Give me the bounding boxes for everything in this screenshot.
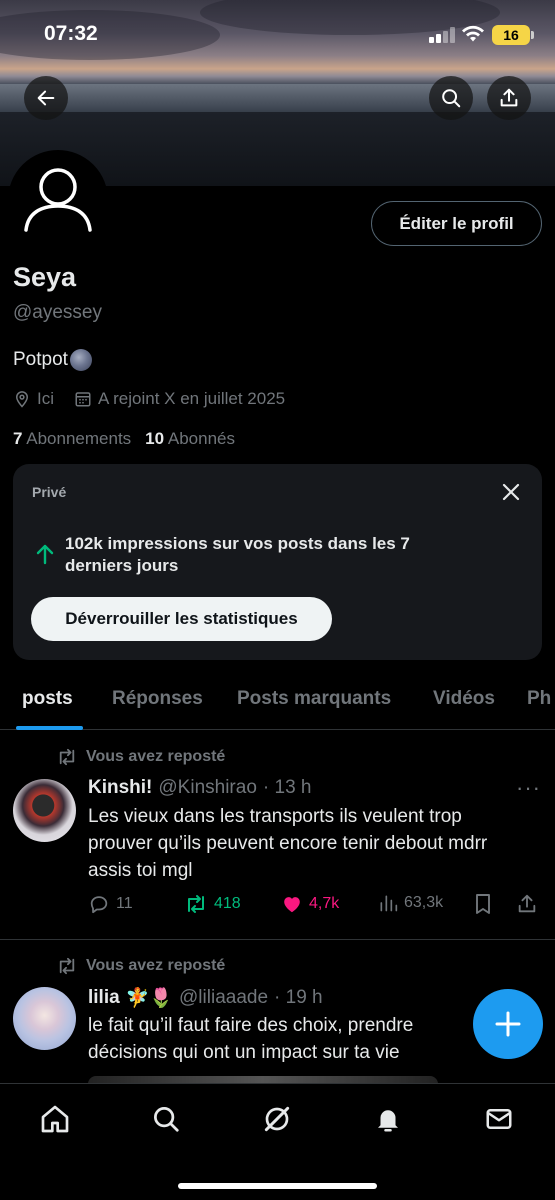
post-more-icon[interactable]: ··· <box>516 775 541 801</box>
back-button[interactable] <box>24 76 68 120</box>
search-button[interactable] <box>429 76 473 120</box>
share-button[interactable] <box>487 76 531 120</box>
post-header: lilia 🧚🌷 @liliaaade · 19 h <box>88 986 323 1010</box>
arrow-up-icon <box>36 544 54 565</box>
compose-post-button[interactable] <box>473 989 543 1059</box>
post-author-name[interactable]: Kinshi! <box>88 777 152 799</box>
tab-posts[interactable]: posts <box>22 688 73 710</box>
bookmark-icon <box>476 894 490 914</box>
tab-replies[interactable]: Réponses <box>112 688 203 710</box>
heart-icon <box>284 897 300 913</box>
post-actions: 11 418 4,7k 63,3k <box>88 893 543 921</box>
status-bar: 07:32 16 <box>0 0 555 70</box>
search-icon <box>442 89 461 108</box>
wifi-icon <box>462 25 484 42</box>
post-time: · 19 h <box>274 987 323 1008</box>
reply-button[interactable]: 11 <box>88 893 133 915</box>
profile-handle: @ayessey <box>13 302 102 323</box>
post-author-avatar[interactable] <box>13 987 76 1050</box>
post-author-avatar[interactable] <box>13 779 76 842</box>
share-icon <box>518 894 536 913</box>
profile-avatar[interactable] <box>8 150 108 250</box>
reply-icon <box>90 896 108 914</box>
follow-stats: 7 Abonnements 10 Abonnés <box>13 429 235 449</box>
nav-home[interactable] <box>38 1102 72 1136</box>
bookmark-button[interactable] <box>473 893 493 915</box>
bio-text: Potpot <box>13 349 68 370</box>
notifications-icon <box>378 1110 398 1132</box>
repost-icon <box>59 957 75 975</box>
repost-icon <box>59 748 75 766</box>
moon-emoji-icon <box>69 349 92 371</box>
post-share-button[interactable] <box>516 893 538 915</box>
views-chart-icon <box>380 895 398 912</box>
home-icon <box>41 1105 69 1133</box>
messages-icon <box>486 1109 512 1129</box>
repost-indicator: Vous avez reposté <box>56 748 225 766</box>
grok-icon <box>264 1106 290 1132</box>
profile-joined: A rejoint X en juillet 2025 <box>98 389 286 408</box>
unlock-stats-button[interactable]: Déverrouiller les statistiques <box>31 597 332 641</box>
author-emojis: 🧚🌷 <box>125 988 174 1009</box>
status-time: 07:32 <box>44 22 98 45</box>
search-icon <box>154 1107 179 1132</box>
nav-search[interactable] <box>149 1102 183 1136</box>
profile-tabs: posts Réponses Posts marquants Vidéos Ph <box>0 672 555 730</box>
repost-icon <box>188 895 204 913</box>
nav-grok[interactable] <box>260 1102 294 1136</box>
post-text: Les vieux dans les transports ils veulen… <box>88 806 488 881</box>
views-button[interactable]: 63,3k <box>378 893 443 913</box>
tab-highlights[interactable]: Posts marquants <box>237 688 391 710</box>
post-author-name[interactable]: lilia <box>88 987 120 1009</box>
post-divider <box>0 939 555 940</box>
calendar-icon <box>75 392 91 407</box>
location-pin-icon <box>15 391 29 408</box>
edit-profile-button[interactable]: Éditer le profil <box>371 201 542 246</box>
battery-indicator: 16 <box>492 25 534 45</box>
plus-icon <box>495 1011 521 1037</box>
arrow-left-icon <box>37 90 55 106</box>
tab-videos[interactable]: Vidéos <box>433 688 495 710</box>
profile-meta: Ici A rejoint X en juillet 2025 <box>13 389 305 409</box>
followers-link[interactable]: 10 Abonnés <box>145 429 235 449</box>
post-author-handle[interactable]: @Kinshirao <box>158 777 257 799</box>
post-text: le fait qu’il faut faire des choix, pren… <box>88 1015 414 1063</box>
like-button[interactable]: 4,7k <box>281 893 339 915</box>
active-tab-indicator <box>16 726 83 730</box>
private-stats-card: Privé 102k impressions sur vos posts dan… <box>13 464 542 660</box>
impressions-text: 102k impressions sur vos posts dans les … <box>65 534 410 575</box>
nav-notifications[interactable] <box>371 1102 405 1136</box>
following-link[interactable]: 7 Abonnements <box>13 429 131 449</box>
post-author-handle[interactable]: @liliaaade <box>179 987 268 1009</box>
close-icon[interactable] <box>499 480 523 504</box>
share-icon <box>500 88 518 107</box>
card-label: Privé <box>32 484 67 500</box>
profile-bio: Potpot <box>13 349 92 371</box>
repost-indicator: Vous avez reposté <box>56 957 225 975</box>
nav-messages[interactable] <box>482 1102 516 1136</box>
profile-name: Seya <box>13 262 77 292</box>
post-header: Kinshi! @Kinshirao · 13 h <box>88 777 311 799</box>
signal-icon <box>429 27 455 43</box>
tab-photos[interactable]: Ph <box>527 688 551 710</box>
home-indicator <box>178 1183 377 1189</box>
default-user-icon <box>24 168 92 232</box>
profile-location: Ici <box>37 389 54 408</box>
post-time: · 13 h <box>262 777 312 798</box>
repost-button[interactable]: 418 <box>184 893 241 915</box>
